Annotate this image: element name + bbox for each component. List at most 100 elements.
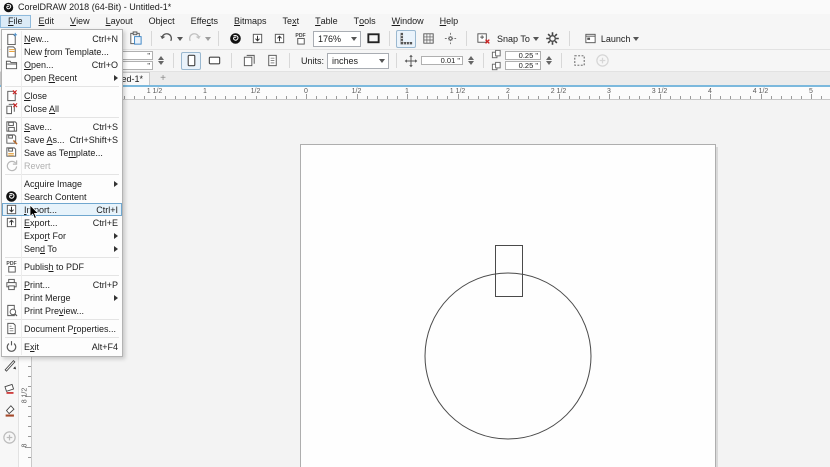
import-button[interactable]	[247, 30, 267, 48]
horizontal-ruler[interactable]: 1 1/211/201/211 1/222 1/233 1/244 1/25	[32, 87, 830, 100]
file-menu-item-save-as[interactable]: Save As...Ctrl+Shift+S	[2, 133, 122, 146]
new-tab-button[interactable]: +	[155, 72, 171, 85]
ruler-tick	[548, 96, 549, 99]
show-rulers-button[interactable]	[396, 30, 416, 48]
file-menu-item-search-content[interactable]: Search Content	[2, 190, 122, 203]
menubar-item-window[interactable]: Window	[384, 15, 432, 28]
spinner[interactable]	[544, 56, 554, 65]
dropdown-caret-icon[interactable]	[177, 37, 183, 41]
file-menu-item-exit[interactable]: ExitAlt+F4	[2, 340, 122, 353]
treat-as-filled-button[interactable]	[569, 52, 589, 70]
publish-pdf-button[interactable]: PDF	[291, 30, 311, 48]
dropdown-caret-icon[interactable]	[205, 37, 211, 41]
file-menu-item-export-for[interactable]: Export For	[2, 229, 122, 242]
menubar-item-tools[interactable]: Tools	[346, 15, 384, 28]
snap-toggle-button[interactable]	[473, 30, 493, 48]
spinner[interactable]	[156, 56, 166, 65]
menubar-item-text[interactable]: Text	[275, 15, 308, 28]
menubar-item-view[interactable]: View	[62, 15, 98, 28]
eraser-tool-button[interactable]	[2, 382, 17, 397]
ruler-tick	[821, 96, 822, 99]
file-menu-item-print-merge[interactable]: Print Merge	[2, 291, 122, 304]
show-guidelines-button[interactable]	[440, 30, 460, 48]
menubar-item-file[interactable]: File	[0, 15, 31, 28]
landscape-button[interactable]	[204, 52, 224, 70]
units-select[interactable]: inches	[327, 53, 389, 69]
menubar-item-edit[interactable]: Edit	[31, 15, 63, 28]
ruler-tick	[245, 96, 246, 99]
zoom-level-combobox[interactable]: 176%	[313, 31, 361, 47]
file-menu-item-save[interactable]: Save...Ctrl+S	[2, 120, 122, 133]
menubar-item-effects[interactable]: Effects	[183, 15, 226, 28]
show-grid-button[interactable]	[418, 30, 438, 48]
menu-item-label: Revert	[24, 161, 51, 171]
menu-item-shortcut: Ctrl+O	[92, 60, 118, 70]
menubar-item-object[interactable]: Object	[141, 15, 183, 28]
menubar-item-table[interactable]: Table	[307, 15, 346, 28]
file-menu-item-close-all[interactable]: Close All	[2, 102, 122, 115]
open-folder-icon	[3, 58, 20, 71]
pen-tool-button[interactable]	[2, 358, 17, 373]
add-tool-button[interactable]	[2, 430, 17, 445]
file-menu-item-revert[interactable]: Revert	[2, 159, 122, 172]
fullscreen-preview-button[interactable]	[363, 30, 383, 48]
spin-down-icon[interactable]	[468, 61, 474, 65]
file-menu-item-save-as-template[interactable]: Save as Template...	[2, 146, 122, 159]
all-pages-button[interactable]	[239, 52, 259, 70]
ruler-tick	[417, 96, 418, 99]
fill-tool-button[interactable]	[2, 404, 17, 419]
file-menu-item-print-preview[interactable]: Print Preview...	[2, 304, 122, 317]
file-menu-item-open[interactable]: Open...Ctrl+O	[2, 58, 122, 71]
close-all-icon	[3, 102, 20, 115]
file-menu-item-new-from-template[interactable]: New from Template...	[2, 45, 122, 58]
spinner[interactable]	[466, 56, 476, 65]
menubar-item-help[interactable]: Help	[432, 15, 467, 28]
redo-button[interactable]	[186, 30, 212, 48]
nudge-offset-field[interactable]: 0.01 "	[421, 56, 463, 65]
ruler-label: 4	[708, 88, 712, 95]
file-menu-item-send-to[interactable]: Send To	[2, 242, 122, 255]
file-menu-item-print[interactable]: Print...Ctrl+P	[2, 278, 122, 291]
launch-dropdown[interactable]: Launch	[582, 32, 642, 45]
duplicate-distance-x-field[interactable]: 0.25 "	[505, 51, 541, 60]
file-menu-item-export[interactable]: Export...Ctrl+E	[2, 216, 122, 229]
menubar-item-bitmaps[interactable]: Bitmaps	[226, 15, 275, 28]
spin-down-icon[interactable]	[546, 61, 552, 65]
drawing-canvas[interactable]	[32, 100, 830, 467]
snap-to-dropdown[interactable]: Snap To	[495, 34, 541, 44]
menubar-item-layout[interactable]: Layout	[98, 15, 141, 28]
search-content-button[interactable]	[225, 30, 245, 48]
spin-up-icon[interactable]	[468, 56, 474, 60]
current-page-button[interactable]	[262, 52, 282, 70]
menu-item-label: Search Content	[24, 192, 87, 202]
chevron-down-icon	[379, 59, 385, 63]
drawing-rectangle[interactable]	[496, 246, 523, 297]
portrait-button[interactable]	[181, 52, 201, 70]
spin-up-icon[interactable]	[546, 56, 552, 60]
chevron-down-icon	[633, 37, 639, 41]
file-menu-item-close[interactable]: Close	[2, 89, 122, 102]
file-menu-item-publish-to-pdf[interactable]: PDFPublish to PDF	[2, 260, 122, 273]
export-button[interactable]	[269, 30, 289, 48]
dropdown-button[interactable]	[375, 54, 388, 68]
duplicate-distance-y-field[interactable]: 0.25 "	[505, 61, 541, 70]
drawing-ellipse[interactable]	[425, 273, 591, 439]
paste-button[interactable]	[125, 30, 145, 48]
file-menu-item-acquire-image[interactable]: Acquire Image	[2, 177, 122, 190]
units-label: Units:	[301, 56, 324, 66]
ruler-label: 1/2	[352, 88, 362, 95]
spin-down-icon[interactable]	[158, 61, 164, 65]
add-plus-button[interactable]	[592, 52, 612, 70]
print-icon	[3, 278, 20, 291]
launch-label: Launch	[601, 34, 631, 44]
dropdown-button[interactable]	[347, 32, 360, 46]
menu-item-shortcut: Alt+F4	[92, 342, 118, 352]
options-button[interactable]	[543, 30, 563, 48]
ruler-label: 3	[607, 88, 611, 95]
undo-button[interactable]	[158, 30, 184, 48]
file-menu-item-open-recent[interactable]: Open Recent	[2, 71, 122, 84]
file-menu-item-document-properties[interactable]: Document Properties...	[2, 322, 122, 335]
file-menu-item-import[interactable]: Import...Ctrl+I	[2, 203, 122, 216]
file-menu-item-new[interactable]: New...Ctrl+N	[2, 32, 122, 45]
spin-up-icon[interactable]	[158, 56, 164, 60]
